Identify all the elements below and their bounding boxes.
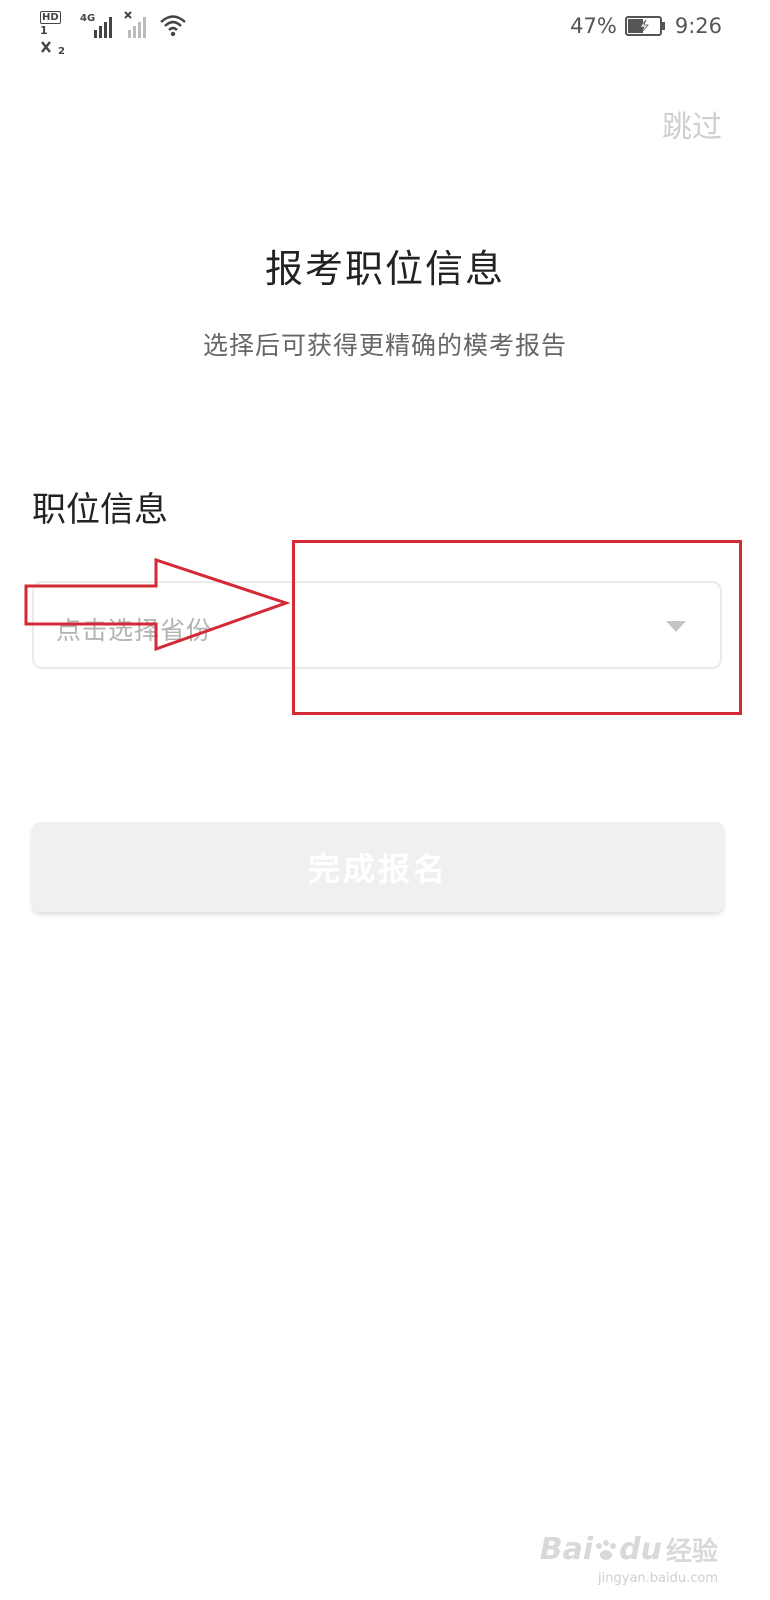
skip-button[interactable]: 跳过	[662, 102, 722, 146]
svg-text:2: 2	[58, 46, 65, 55]
page-title: 报考职位信息	[264, 247, 505, 291]
paw-icon	[596, 1539, 617, 1560]
page-subtitle: 选择后可获得更精确的模考报告	[202, 331, 567, 360]
annotation-highlight-box	[292, 540, 742, 715]
status-right: 47% 9:26	[570, 14, 722, 38]
watermark-url: jingyan.baidu.com	[598, 1571, 718, 1586]
battery-percent: 47%	[570, 14, 617, 38]
svg-text:4G: 4G	[80, 13, 95, 24]
signal-icon: 4G	[80, 13, 112, 38]
status-left: HD 1 2 4G	[40, 10, 188, 55]
complete-registration-button[interactable]: 完成报名	[32, 822, 724, 912]
position-info-label: 职位信息	[32, 490, 168, 530]
status-bar: HD 1 2 4G 47% 9:26	[0, 0, 770, 56]
hd-call-icon: HD 1 2	[40, 11, 65, 55]
clock: 9:26	[674, 14, 722, 38]
watermark-brand: Bai du	[539, 1532, 662, 1567]
annotation-arrow-icon	[24, 557, 291, 652]
no-signal-icon	[124, 11, 146, 38]
wifi-icon	[160, 15, 186, 37]
battery-charging-icon	[624, 16, 665, 36]
watermark-cn: 经验	[665, 1537, 718, 1567]
baidu-jingyan-watermark: Bai du 经验 jingyan.baidu.com	[539, 1531, 718, 1586]
